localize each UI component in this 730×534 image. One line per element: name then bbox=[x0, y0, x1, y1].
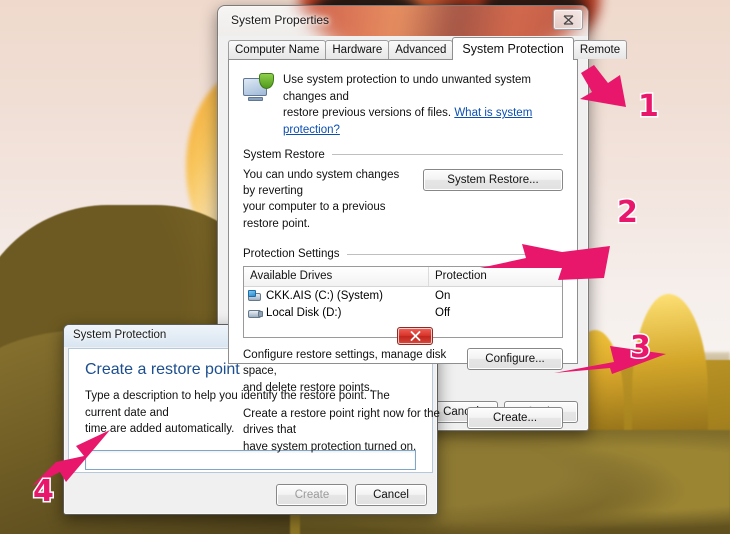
annotation-number-2: 2 bbox=[616, 195, 640, 230]
create-hint-line1: Create a restore point right now for the… bbox=[243, 407, 440, 437]
tab-advanced[interactable]: Advanced bbox=[388, 40, 454, 59]
annotation-number-1: 1 bbox=[637, 89, 661, 124]
system-restore-desc-line1: You can undo system changes by reverting bbox=[243, 168, 400, 198]
configure-button[interactable]: Configure... bbox=[467, 348, 563, 370]
configure-hint-line1: Configure restore settings, manage disk … bbox=[243, 349, 447, 378]
system-protection-dialog-footer: Create Cancel bbox=[276, 484, 427, 506]
protection-status-on: On bbox=[435, 289, 451, 302]
annotation-arrow-3 bbox=[554, 346, 666, 374]
annotation-number-3: 3 bbox=[629, 330, 653, 365]
annotation-arrow-2 bbox=[480, 244, 610, 280]
configure-hint-line2: and delete restore points. bbox=[243, 381, 373, 394]
system-properties-title: System Properties bbox=[231, 13, 330, 27]
intro-line1: Use system protection to undo unwanted s… bbox=[283, 74, 532, 103]
drive-name: Local Disk (D:) bbox=[266, 306, 342, 319]
protection-status-off: Off bbox=[435, 306, 451, 319]
system-properties-titlebar[interactable]: System Properties bbox=[218, 6, 588, 36]
system-restore-button[interactable]: System Restore... bbox=[423, 168, 563, 191]
column-header-available-drives[interactable]: Available Drives bbox=[244, 267, 429, 286]
system-restore-group: System Restore You can undo system chang… bbox=[243, 149, 563, 232]
system-restore-group-title: System Restore bbox=[243, 148, 325, 161]
close-icon[interactable] bbox=[553, 9, 583, 30]
system-restore-desc-line2: your computer to a previous restore poin… bbox=[243, 201, 386, 230]
create-hint: Create a restore point right now for the… bbox=[243, 406, 457, 455]
annotation-number-4: 4 bbox=[32, 474, 56, 509]
system-drive-icon bbox=[248, 289, 262, 302]
local-disk-icon bbox=[248, 307, 263, 319]
table-row[interactable]: CKK.AIS (C:) (System) On bbox=[244, 287, 562, 304]
protection-settings-group-title: Protection Settings bbox=[243, 248, 340, 260]
create-button[interactable]: Create... bbox=[467, 406, 563, 429]
close-icon[interactable] bbox=[397, 327, 433, 345]
system-restore-description: You can undo system changes by reverting… bbox=[243, 167, 413, 232]
tab-computer-name[interactable]: Computer Name bbox=[228, 40, 327, 59]
computer-shield-icon bbox=[241, 72, 275, 106]
configure-hint: Configure restore settings, manage disk … bbox=[243, 347, 457, 396]
annotation-arrow-1 bbox=[580, 65, 626, 107]
desktop-wallpaper: System Properties Computer Name Hardware… bbox=[0, 0, 730, 534]
create-button[interactable]: Create bbox=[276, 484, 348, 506]
create-hint-line2: have system protection turned on. bbox=[243, 440, 417, 453]
cancel-button[interactable]: Cancel bbox=[355, 484, 427, 506]
tab-hardware[interactable]: Hardware bbox=[325, 40, 390, 59]
system-protection-dialog-title: System Protection bbox=[73, 329, 167, 341]
intro-line2: restore previous versions of files. bbox=[283, 107, 452, 120]
drive-name: CKK.AIS (C:) (System) bbox=[266, 289, 383, 302]
table-row[interactable]: Local Disk (D:) Off bbox=[244, 304, 562, 321]
